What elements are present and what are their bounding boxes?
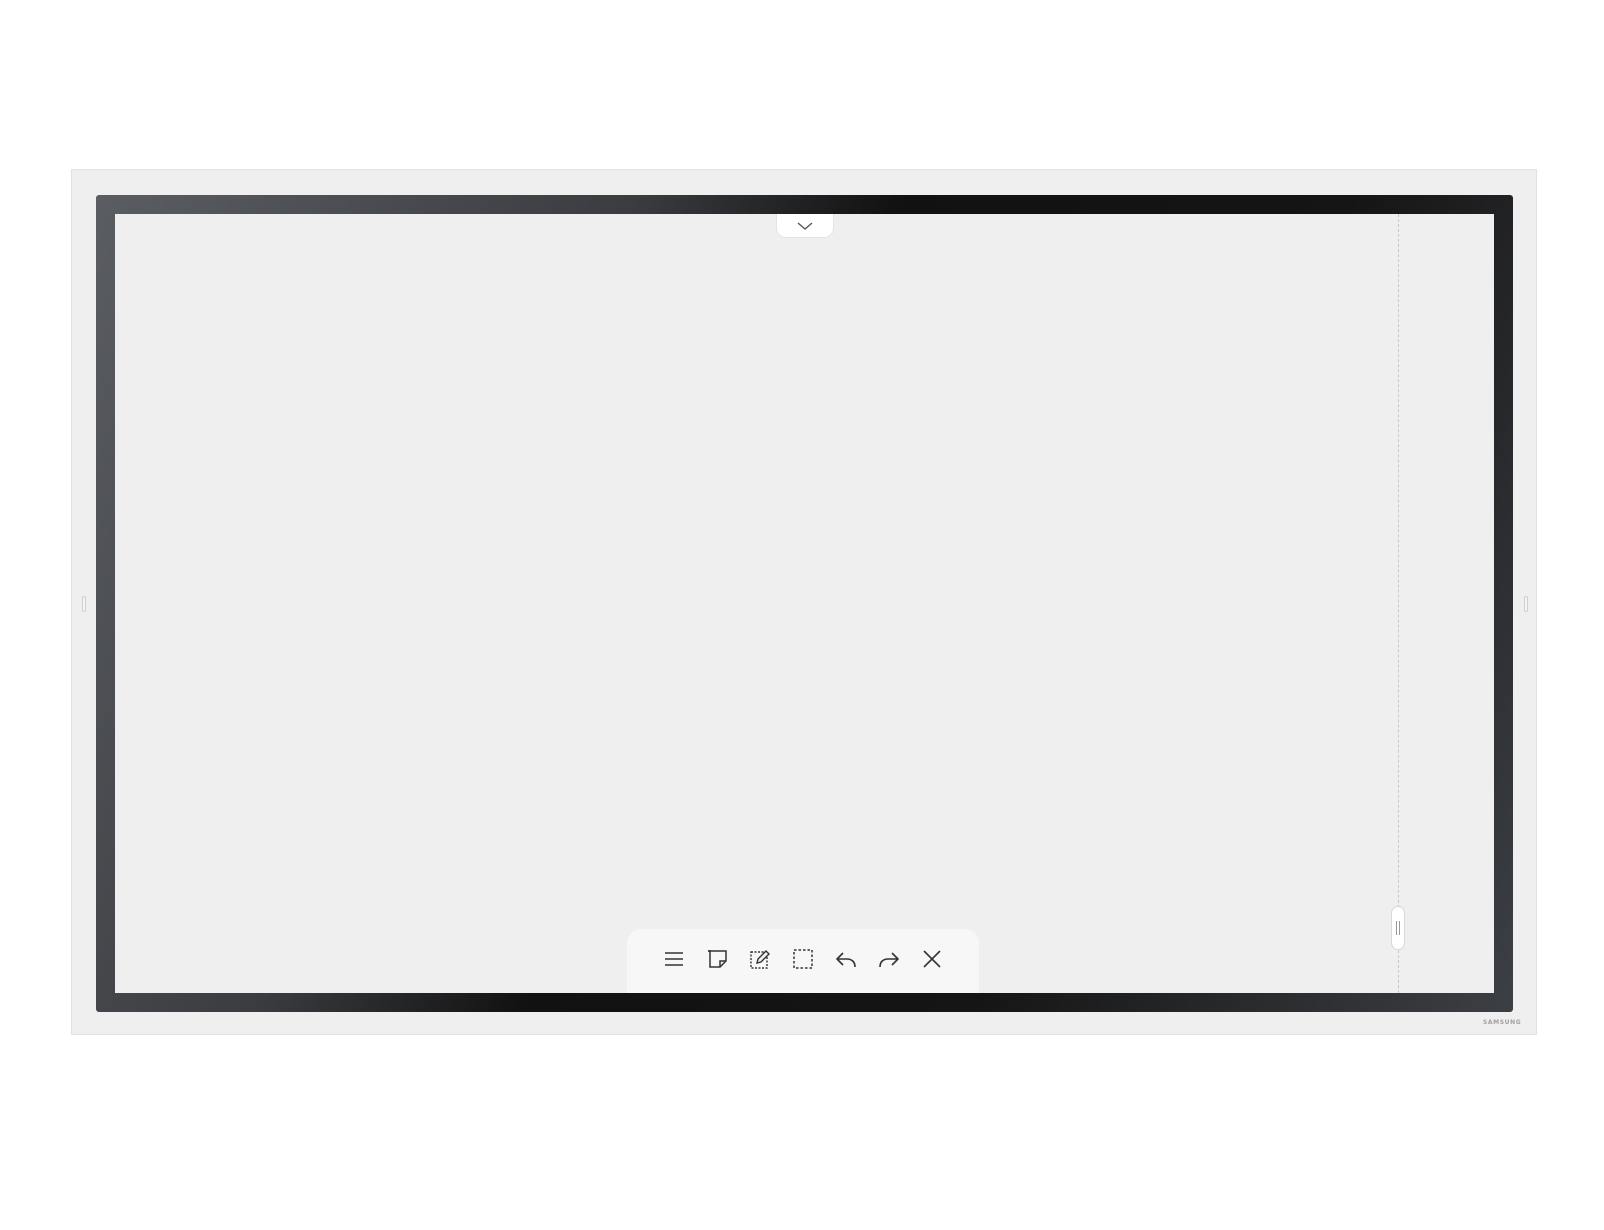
dashed-select-icon <box>793 949 813 969</box>
page-scroll-handle[interactable] <box>1391 906 1405 950</box>
whiteboard-canvas[interactable] <box>115 214 1494 993</box>
sticky-note-icon <box>708 950 727 968</box>
edit-note-icon <box>750 950 770 969</box>
redo-button[interactable] <box>878 948 900 970</box>
undo-button[interactable] <box>835 948 857 970</box>
bottom-toolbar <box>627 929 979 993</box>
chevron-down-icon <box>797 221 813 230</box>
close-button[interactable] <box>921 948 943 970</box>
brand-logo: SAMSUNG <box>1483 1019 1522 1026</box>
redo-icon <box>879 952 899 968</box>
hamburger-menu-icon <box>665 952 683 966</box>
undo-icon <box>836 952 856 968</box>
sticky-note-button[interactable] <box>706 948 728 970</box>
close-icon <box>923 950 941 968</box>
edit-note-button[interactable] <box>749 948 771 970</box>
menu-button[interactable] <box>663 948 685 970</box>
select-area-button[interactable] <box>792 948 814 970</box>
top-pull-tab[interactable] <box>776 214 834 238</box>
left-side-sensor <box>82 596 86 612</box>
page-edge-guide <box>1398 214 1399 993</box>
right-side-sensor <box>1524 596 1528 612</box>
